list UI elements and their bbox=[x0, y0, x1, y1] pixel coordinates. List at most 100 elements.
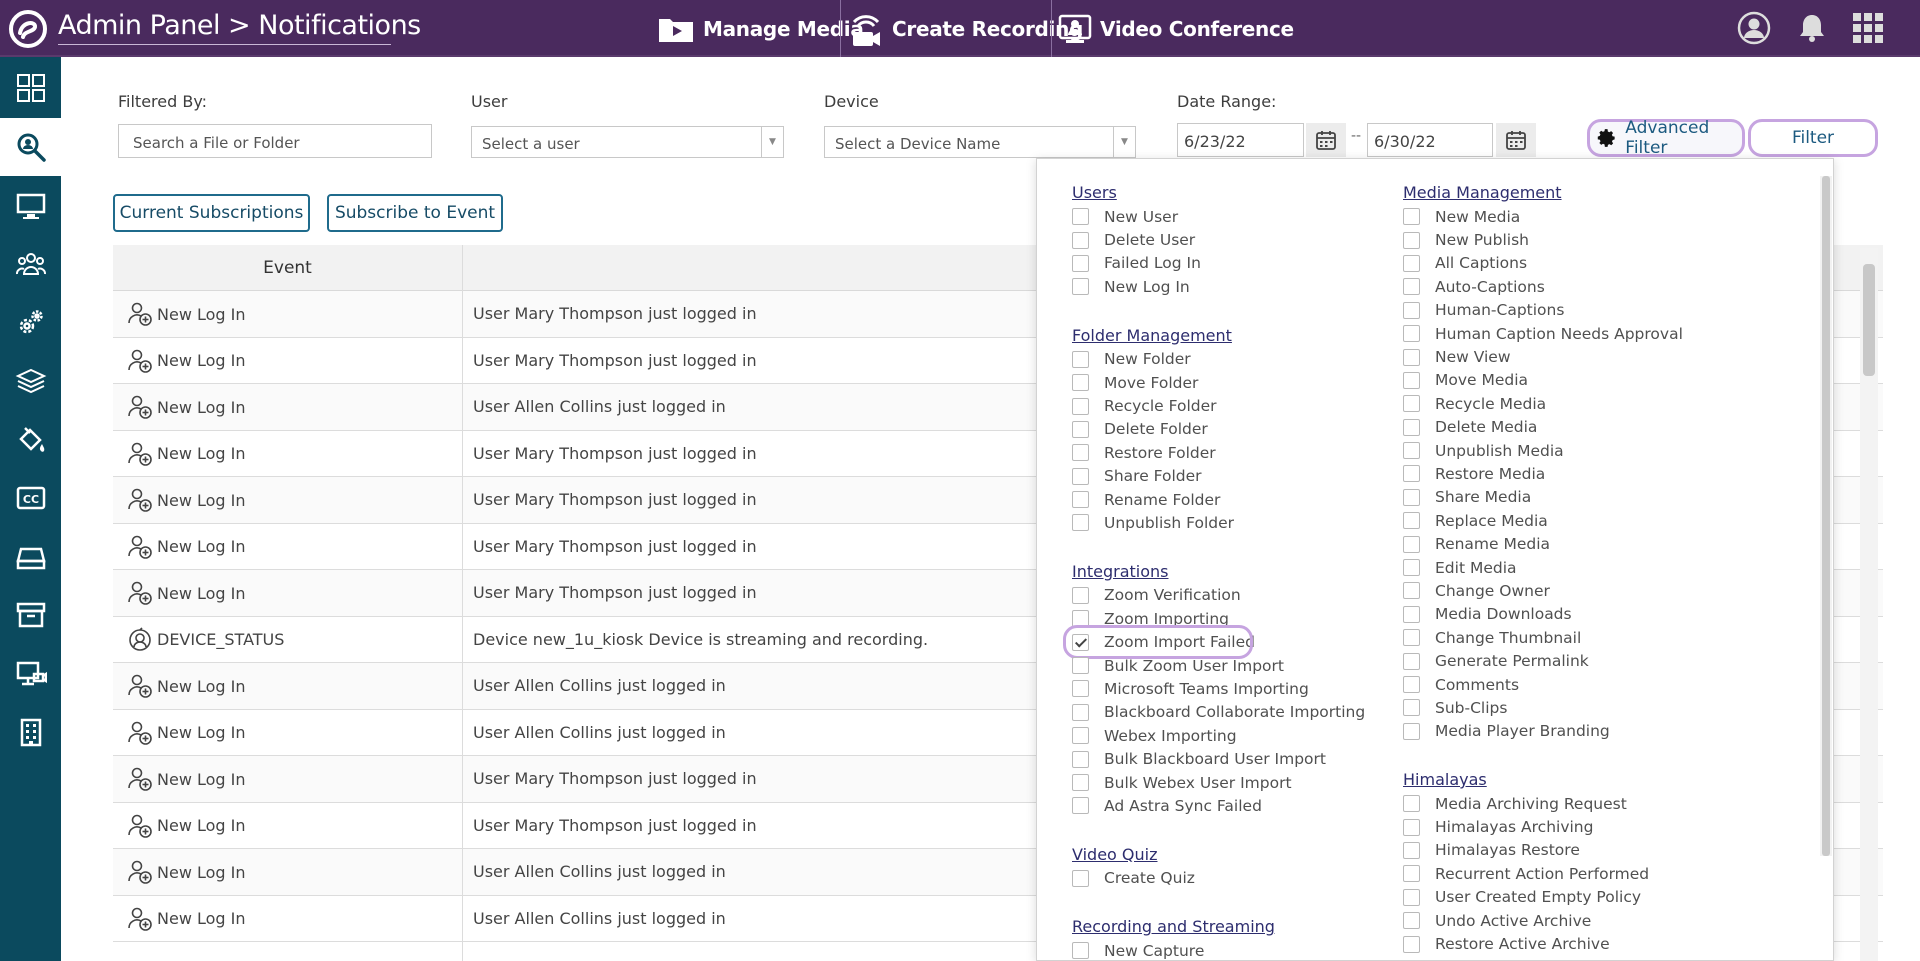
checkbox[interactable] bbox=[1403, 795, 1420, 813]
checkbox[interactable] bbox=[1403, 254, 1420, 272]
filter-option[interactable]: Comments bbox=[1403, 673, 1683, 696]
sidebar-item-search[interactable] bbox=[0, 118, 61, 176]
filter-option[interactable]: Delete Media bbox=[1403, 416, 1683, 439]
date-to-input[interactable]: 6/30/22 bbox=[1367, 123, 1493, 157]
search-file-folder-input[interactable]: Search a File or Folder bbox=[118, 124, 432, 158]
filter-option[interactable]: Bulk Zoom User Import bbox=[1072, 654, 1365, 677]
checkbox[interactable] bbox=[1072, 727, 1089, 745]
checkbox[interactable] bbox=[1403, 865, 1420, 883]
filter-option[interactable]: New View bbox=[1403, 345, 1683, 368]
filter-option[interactable]: Restore Media bbox=[1403, 462, 1683, 485]
filter-option[interactable]: Replace Media bbox=[1403, 509, 1683, 532]
checkbox[interactable] bbox=[1403, 512, 1420, 530]
filter-option[interactable]: Webex Importing bbox=[1072, 724, 1365, 747]
apps-grid-icon[interactable] bbox=[1851, 11, 1885, 45]
nav-manage-media[interactable]: Manage Media bbox=[657, 0, 864, 57]
checkbox[interactable] bbox=[1403, 699, 1420, 717]
filter-option[interactable]: Move Media bbox=[1403, 369, 1683, 392]
checkbox[interactable] bbox=[1403, 888, 1420, 906]
filter-option[interactable]: Rename Folder bbox=[1072, 488, 1365, 511]
filter-option[interactable]: Zoom Importing bbox=[1072, 607, 1365, 630]
checkbox[interactable] bbox=[1403, 629, 1420, 647]
checkbox[interactable] bbox=[1072, 350, 1089, 368]
filter-option[interactable]: Himalayas Archiving bbox=[1403, 815, 1683, 838]
filter-option[interactable]: New Folder bbox=[1072, 348, 1365, 371]
checkbox[interactable] bbox=[1403, 442, 1420, 460]
checkbox[interactable] bbox=[1403, 912, 1420, 930]
filter-option[interactable]: New User bbox=[1072, 205, 1365, 228]
checkbox[interactable] bbox=[1072, 254, 1089, 272]
checkbox[interactable] bbox=[1403, 722, 1420, 740]
filter-option[interactable]: Change Owner bbox=[1403, 579, 1683, 602]
filter-option[interactable]: Create Quiz bbox=[1072, 867, 1365, 890]
sidebar-item-archive[interactable] bbox=[0, 586, 61, 644]
checkbox[interactable] bbox=[1403, 231, 1420, 249]
filter-option[interactable]: Himalayas Restore bbox=[1403, 839, 1683, 862]
checkbox[interactable] bbox=[1403, 535, 1420, 553]
filter-option[interactable]: Zoom Import Failed bbox=[1063, 625, 1365, 660]
filter-option[interactable]: New Capture bbox=[1072, 939, 1365, 960]
checkbox[interactable] bbox=[1072, 797, 1089, 815]
filter-option[interactable]: Failed Log In bbox=[1072, 252, 1365, 275]
filter-option[interactable]: New Publish bbox=[1403, 228, 1683, 251]
device-select[interactable]: Select a Device Name ▼ bbox=[824, 126, 1136, 158]
checkbox[interactable] bbox=[1072, 869, 1089, 887]
filter-option[interactable]: Human Caption Needs Approval bbox=[1403, 322, 1683, 345]
filter-option[interactable]: Restore Active Archive bbox=[1403, 932, 1683, 955]
sidebar-item-settings[interactable] bbox=[0, 294, 61, 352]
filter-option[interactable]: Unpublish Media bbox=[1403, 439, 1683, 462]
sidebar-item-organization[interactable] bbox=[0, 703, 61, 761]
table-scrollbar-thumb[interactable] bbox=[1863, 264, 1875, 376]
checkbox[interactable] bbox=[1072, 467, 1089, 485]
checkbox[interactable] bbox=[1403, 348, 1420, 366]
filter-option[interactable]: Auto-Captions bbox=[1403, 275, 1683, 298]
filter-option[interactable]: Recycle Folder bbox=[1072, 394, 1365, 417]
checkbox[interactable] bbox=[1403, 935, 1420, 953]
advanced-filter-button[interactable]: Advanced Filter bbox=[1587, 118, 1745, 158]
checkbox[interactable] bbox=[1072, 420, 1089, 438]
sidebar-item-captions[interactable]: CC bbox=[0, 469, 61, 527]
checkbox[interactable] bbox=[1403, 395, 1420, 413]
filter-option[interactable]: Sub-Clips bbox=[1403, 696, 1683, 719]
checkbox[interactable] bbox=[1403, 559, 1420, 577]
checkbox[interactable] bbox=[1072, 703, 1089, 721]
nav-create-recording[interactable]: Create Recording bbox=[848, 0, 1083, 57]
checkbox[interactable] bbox=[1072, 586, 1089, 604]
sidebar-item-monitor[interactable] bbox=[0, 177, 61, 235]
checkbox[interactable] bbox=[1403, 465, 1420, 483]
checkbox[interactable] bbox=[1403, 371, 1420, 389]
checkbox[interactable] bbox=[1403, 605, 1420, 623]
filter-option[interactable]: Restore Folder bbox=[1072, 441, 1365, 464]
checkbox[interactable] bbox=[1072, 657, 1089, 675]
filter-option[interactable]: User Created Empty Policy bbox=[1403, 886, 1683, 909]
filter-option[interactable]: Media Downloads bbox=[1403, 603, 1683, 626]
filter-option[interactable]: Edit Media bbox=[1403, 556, 1683, 579]
user-icon[interactable] bbox=[1737, 11, 1771, 45]
filter-option[interactable]: Unpublish Folder bbox=[1072, 511, 1365, 534]
app-logo-icon[interactable] bbox=[8, 9, 48, 49]
sidebar-item-devices[interactable] bbox=[0, 528, 61, 586]
filter-option[interactable]: Rename Media bbox=[1403, 532, 1683, 555]
checkbox[interactable] bbox=[1072, 491, 1089, 509]
date-to-picker-button[interactable] bbox=[1496, 123, 1536, 157]
filter-option[interactable]: Delete User bbox=[1072, 228, 1365, 251]
filter-option[interactable]: New Media bbox=[1403, 205, 1683, 228]
checkbox[interactable] bbox=[1403, 278, 1420, 296]
filter-option[interactable]: Blackboard Collaborate Importing bbox=[1072, 701, 1365, 724]
filter-option[interactable]: Bulk Webex User Import bbox=[1072, 771, 1365, 794]
filter-option[interactable]: Recycle Media bbox=[1403, 392, 1683, 415]
bell-icon[interactable] bbox=[1795, 11, 1829, 45]
filter-option[interactable]: New Log In bbox=[1072, 275, 1365, 298]
sidebar-item-layers[interactable] bbox=[0, 352, 61, 410]
user-select[interactable]: Select a user ▼ bbox=[471, 126, 784, 158]
filter-option[interactable]: Share Folder bbox=[1072, 465, 1365, 488]
nav-video-conference[interactable]: Video Conference bbox=[1058, 0, 1294, 57]
filter-button[interactable]: Filter bbox=[1748, 119, 1878, 157]
checkbox[interactable] bbox=[1403, 418, 1420, 436]
checkbox[interactable] bbox=[1403, 582, 1420, 600]
checkbox[interactable] bbox=[1072, 514, 1089, 532]
checkbox[interactable] bbox=[1072, 750, 1089, 768]
filter-option[interactable]: Generate Permalink bbox=[1403, 649, 1683, 672]
sidebar-item-capture[interactable] bbox=[0, 645, 61, 703]
subscribe-to-event-button[interactable]: Subscribe to Event bbox=[327, 194, 503, 232]
